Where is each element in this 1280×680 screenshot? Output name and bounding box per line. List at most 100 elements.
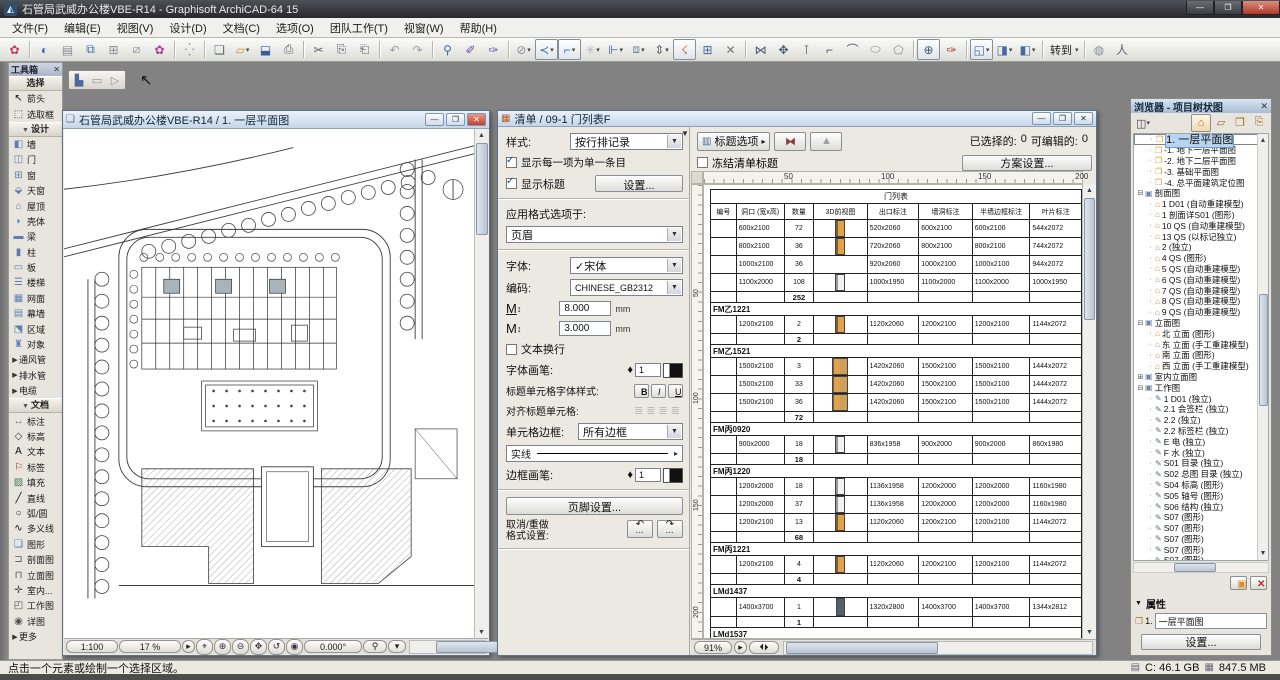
navigator-close-icon[interactable]: ✕ bbox=[1260, 101, 1268, 112]
marquee-mode-icon[interactable]: ▙ bbox=[70, 72, 88, 88]
snap-grid-icon[interactable]: ✳▾ bbox=[581, 39, 604, 60]
tree-item[interactable]: ·✎1 D01 (独立) bbox=[1134, 393, 1268, 404]
tool-更多[interactable]: ▶更多 bbox=[9, 629, 62, 644]
cell-border-select[interactable]: 所有边框▼ bbox=[578, 423, 683, 440]
print-icon[interactable]: ⎙ bbox=[277, 39, 300, 60]
teamwork-send-icon[interactable]: ⧉ bbox=[79, 39, 102, 60]
tree-item[interactable]: ·❐-4. 总平面建筑定位图 bbox=[1134, 177, 1268, 188]
tool-多义线[interactable]: ∿多义线 bbox=[9, 521, 62, 536]
intersect-icon[interactable]: ⌐ bbox=[818, 39, 841, 60]
group-row[interactable]: FM乙1521 bbox=[711, 345, 1082, 358]
fp-restore-button[interactable]: ❐ bbox=[446, 113, 465, 126]
resize-icon[interactable]: ⬭ bbox=[864, 39, 887, 60]
collapse-node-icon[interactable]: ⊟ bbox=[1136, 319, 1145, 327]
small-size-input[interactable]: 3.000 bbox=[559, 321, 611, 336]
fp-minimize-button[interactable]: — bbox=[425, 113, 444, 126]
collapse-node-icon[interactable]: ⊟ bbox=[1136, 189, 1145, 197]
floorplan-canvas[interactable] bbox=[64, 129, 477, 639]
detail-view-icon[interactable]: ◧▾ bbox=[1016, 39, 1039, 60]
tool-图形[interactable]: ❏图形 bbox=[9, 537, 62, 552]
tool-网面[interactable]: ▦网面 bbox=[9, 291, 62, 306]
tree-item[interactable]: ·⌂10 QS (自动重建模型) bbox=[1134, 220, 1268, 231]
menu-item[interactable]: 选项(O) bbox=[268, 18, 322, 38]
tree-item[interactable]: ·✎F 水 (独立) bbox=[1134, 447, 1268, 458]
tree-item[interactable]: ·✎S05 轴号 (图形) bbox=[1134, 490, 1268, 501]
fp-close-button[interactable]: ✕ bbox=[467, 113, 486, 126]
collapse-panel-icon[interactable]: ▼ bbox=[681, 129, 689, 138]
tool-柱[interactable]: ▮柱 bbox=[9, 245, 62, 260]
table-row[interactable]: 800x210036720x2060800x2100800x2100744x20… bbox=[711, 238, 1082, 256]
menu-item[interactable]: 视窗(W) bbox=[396, 18, 452, 38]
tool-对象[interactable]: ♜对象 bbox=[9, 337, 62, 352]
suspend-groups-icon[interactable]: ⊘▾ bbox=[512, 39, 535, 60]
table-row[interactable]: 1200x2100131120x20601200x21001200x210011… bbox=[711, 514, 1082, 532]
tool-幕墙[interactable]: ▤幕墙 bbox=[9, 306, 62, 321]
orbit-icon[interactable]: ↺ bbox=[268, 639, 285, 655]
scale-control[interactable]: 1:100 bbox=[66, 640, 118, 653]
floorplan-vscrollbar[interactable]: ▲ ▼ bbox=[474, 129, 488, 639]
single-item-checkbox[interactable] bbox=[506, 157, 517, 168]
group-row[interactable]: FM丙0920 bbox=[711, 423, 1082, 436]
zoom-flyout[interactable]: ▸ bbox=[182, 640, 195, 653]
renovation-filter-icon[interactable]: ⊕ bbox=[917, 39, 940, 60]
tool-标高[interactable]: ◇标高 bbox=[9, 429, 62, 444]
toolbox-header[interactable]: 工具箱 ✕ bbox=[9, 63, 62, 76]
table-row[interactable]: 1400x370011320x28001400x37001400x3700134… bbox=[711, 598, 1082, 617]
tree-item[interactable]: ·⌂西 立面 (手工重建模型) bbox=[1134, 361, 1268, 372]
group-row[interactable]: FM丙1221 bbox=[711, 543, 1082, 556]
tool-详图[interactable]: ◉详图 bbox=[9, 614, 62, 629]
table-row[interactable]: 1200x210021120x20601200x21001200x2100114… bbox=[711, 316, 1082, 334]
menu-item[interactable]: 视图(V) bbox=[109, 18, 162, 38]
tree-item[interactable]: ·✎S01 目录 (独立) bbox=[1134, 458, 1268, 469]
fit-view-icon[interactable]: ⌖ bbox=[196, 639, 213, 655]
teamwork-share-icon[interactable]: ▤ bbox=[56, 39, 79, 60]
line-type-select[interactable]: 实线▸ bbox=[506, 445, 683, 462]
collapse-node-icon[interactable]: ⊟ bbox=[1136, 384, 1145, 392]
tree-item[interactable]: ·✎S07 (图形) bbox=[1134, 533, 1268, 544]
inject-parameters-icon[interactable]: ✑ bbox=[482, 39, 505, 60]
tree-item[interactable]: ·✎S06 结构 (独立) bbox=[1134, 501, 1268, 512]
tool-弧/圆[interactable]: ○弧/圆 bbox=[9, 506, 62, 521]
view-map-icon[interactable]: ▱ bbox=[1212, 114, 1230, 130]
viewpoint-name-field[interactable]: 一层平面图 bbox=[1155, 613, 1267, 629]
apply-format-select[interactable]: 页眉▼ bbox=[506, 226, 683, 243]
table-row[interactable]: 1200x2000371136x19581200x20001200x200011… bbox=[711, 496, 1082, 514]
scale-icon[interactable]: ⇕▾ bbox=[650, 39, 673, 60]
zoom-in-icon[interactable]: ⊕ bbox=[214, 639, 231, 655]
schedule-zoom-control[interactable]: 91% bbox=[694, 641, 732, 654]
teamwork-reserve-icon[interactable]: ⧄ bbox=[125, 39, 148, 60]
tree-item[interactable]: ·⌂4 QS (图形) bbox=[1134, 253, 1268, 264]
schedule-hscrollbar[interactable] bbox=[783, 641, 1093, 655]
navigator-titlebar[interactable]: 浏览器 - 项目树状图 ✕ bbox=[1131, 99, 1271, 113]
tree-vscrollbar[interactable]: ▲ ▼ bbox=[1257, 134, 1268, 560]
tree-item[interactable]: ·⌂5 QS (自动重建模型) bbox=[1134, 264, 1268, 275]
tool-板[interactable]: ▭板 bbox=[9, 260, 62, 275]
tool-选取框[interactable]: ⬚选取框 bbox=[9, 106, 62, 121]
floorplan-hscrollbar[interactable] bbox=[409, 640, 486, 654]
tree-item[interactable]: ·✎S07 (图形) bbox=[1134, 512, 1268, 523]
layer-settings-icon[interactable]: ⧈▾ bbox=[627, 39, 650, 60]
publisher-icon[interactable]: ⎘ bbox=[1250, 114, 1268, 130]
group-row[interactable]: FM丙1220 bbox=[711, 465, 1082, 478]
tree-item[interactable]: ·⌂8 QS (自动重建模型) bbox=[1134, 296, 1268, 307]
tree-item[interactable]: ·✎S07 (图形) bbox=[1134, 555, 1268, 561]
align-buttons[interactable]: ≣≣≣≣ bbox=[634, 404, 683, 417]
tool-楼梯[interactable]: ☰楼梯 bbox=[9, 275, 62, 290]
cursor-snap-icon[interactable]: ⌐▾ bbox=[558, 39, 581, 60]
page-nav-buttons[interactable]: ⏴⏵ bbox=[749, 641, 779, 654]
group-row[interactable]: LMd1537 bbox=[711, 628, 1082, 640]
group-row[interactable]: FM乙1221 bbox=[711, 303, 1082, 316]
tool-墙[interactable]: ◧墙 bbox=[9, 137, 62, 152]
menu-item[interactable]: 编辑(E) bbox=[56, 18, 109, 38]
tree-item[interactable]: ·✎2.1 会签栏 (独立) bbox=[1134, 404, 1268, 415]
border-pen-swatch[interactable] bbox=[663, 468, 683, 483]
zoom-menu-icon[interactable]: ▾ bbox=[388, 640, 406, 653]
tree-hscrollbar[interactable] bbox=[1133, 562, 1269, 573]
selection-rect-icon[interactable]: ▭ bbox=[88, 72, 106, 88]
underline-button[interactable]: U bbox=[668, 384, 683, 398]
menu-item[interactable]: 帮助(H) bbox=[452, 18, 505, 38]
font-select[interactable]: ✓宋体▼ bbox=[570, 257, 683, 274]
tool-剖面图[interactable]: ⊐剖面图 bbox=[9, 552, 62, 567]
project-map-icon[interactable]: ⌂ bbox=[1191, 114, 1211, 132]
quick-view-icon[interactable]: ◱▾ bbox=[970, 39, 993, 60]
